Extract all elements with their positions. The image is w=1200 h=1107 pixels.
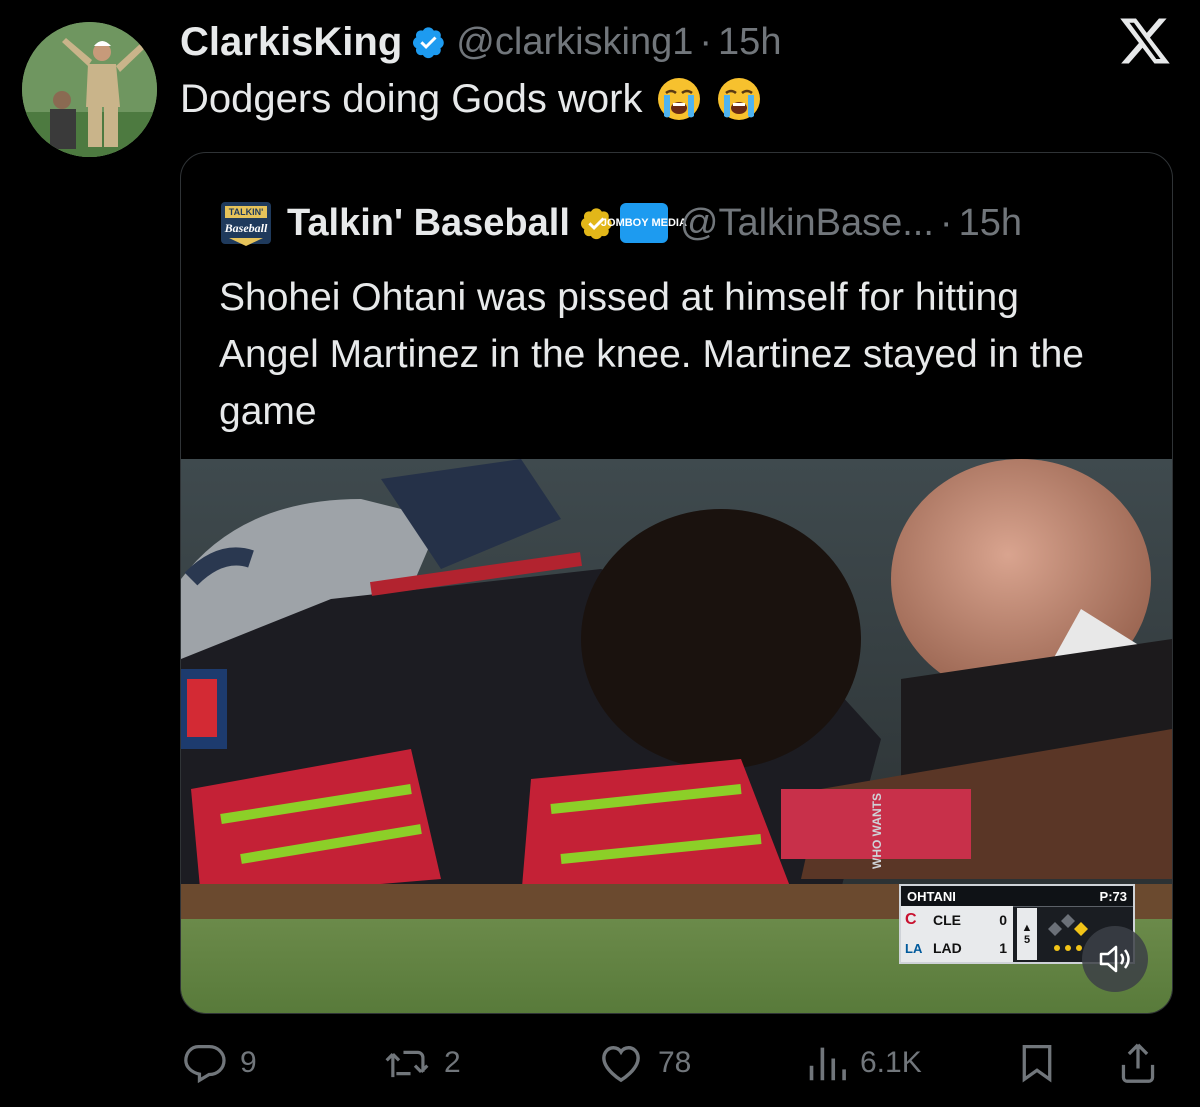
tweet-text: Dodgers doing Gods work — [180, 76, 762, 122]
svg-text:Baseball: Baseball — [224, 221, 268, 235]
tweet-actions: 9 2 78 6.1K — [0, 1040, 1200, 1086]
tweet-body: Dodgers doing Gods work — [180, 76, 643, 121]
quoted-time[interactable]: 15h — [959, 202, 1022, 245]
like-button[interactable]: 78 — [598, 1040, 691, 1086]
team-abbr: CLE — [933, 912, 961, 928]
reply-count: 9 — [240, 1046, 257, 1079]
x-logo-icon — [1118, 16, 1172, 66]
repost-icon — [385, 1050, 429, 1078]
separator-dot: · — [939, 201, 953, 244]
scorebug-inning: ▲ 5 — [1017, 908, 1037, 960]
views-button[interactable]: 6.1K — [806, 1040, 922, 1086]
views-chart-icon — [809, 1047, 846, 1081]
bookmark-icon — [1022, 1045, 1052, 1083]
author-handle[interactable]: @clarkisking1 — [456, 21, 693, 64]
team-logo: C — [905, 911, 917, 928]
inning-arrow: ▲ — [1021, 922, 1033, 934]
quoted-handle[interactable]: @TalkinBase... — [680, 202, 934, 245]
volume-toggle-button[interactable] — [1082, 926, 1148, 992]
inning-number: 5 — [1023, 934, 1031, 946]
loudly-crying-face-emoji-icon — [716, 76, 762, 122]
speaker-icon — [1099, 945, 1130, 973]
quoted-tweet-text: Shohei Ohtani was pissed at himself for … — [219, 276, 1084, 433]
bookmark-button[interactable] — [1018, 1040, 1056, 1086]
reply-icon — [184, 1045, 226, 1083]
tweet-header: ClarkisKing @clarkisking1 · 15h — [180, 16, 781, 68]
scorebug-team-row: C CLE 0 — [901, 906, 1013, 934]
scorebug-pitch-count: P:73 — [1099, 888, 1127, 904]
reply-button[interactable]: 9 — [182, 1040, 257, 1086]
scorebug-teams: C CLE 0 LA LAD 1 — [901, 906, 1013, 962]
tweet-time[interactable]: 15h — [718, 21, 781, 64]
author-display-name[interactable]: ClarkisKing — [180, 20, 402, 65]
quoted-video[interactable]: WHO WANTS OHTANI P:73 C CLE 0 LA LAD 1 ▲… — [181, 459, 1172, 1013]
quoted-tweet-header: TALKIN' Baseball Talkin' Baseball JOMBOY… — [219, 197, 1022, 249]
team-abbr: LAD — [933, 940, 962, 956]
separator-dot: · — [699, 20, 713, 63]
share-button[interactable] — [1118, 1040, 1158, 1086]
talkin-baseball-logo[interactable]: TALKIN' Baseball — [219, 196, 273, 250]
views-count: 6.1K — [860, 1046, 922, 1079]
svg-text:WHO WANTS: WHO WANTS — [870, 793, 884, 869]
quoted-display-name[interactable]: Talkin' Baseball — [287, 202, 570, 245]
heart-icon — [602, 1046, 640, 1083]
loudly-crying-face-emoji-icon — [656, 76, 702, 122]
affiliate-badge-jombov-media[interactable]: JOMBOY MEDIA — [601, 203, 687, 243]
repost-count: 2 — [444, 1046, 461, 1079]
svg-text:TALKIN': TALKIN' — [229, 207, 263, 217]
scorebug-team-row: LA LAD 1 — [901, 934, 1013, 962]
team-score: 0 — [999, 912, 1007, 928]
author-avatar[interactable] — [22, 22, 157, 157]
team-score: 1 — [999, 940, 1007, 956]
share-icon — [1121, 1043, 1155, 1083]
team-logo: LA — [905, 940, 923, 956]
verified-badge-icon[interactable] — [410, 24, 446, 60]
repost-button[interactable]: 2 — [384, 1040, 461, 1086]
quoted-tweet-card[interactable]: TALKIN' Baseball Talkin' Baseball JOMBOY… — [180, 152, 1173, 1014]
scorebug-header: OHTANI P:73 — [901, 886, 1133, 907]
like-count: 78 — [658, 1046, 692, 1079]
scorebug-batter: OHTANI — [907, 888, 956, 904]
